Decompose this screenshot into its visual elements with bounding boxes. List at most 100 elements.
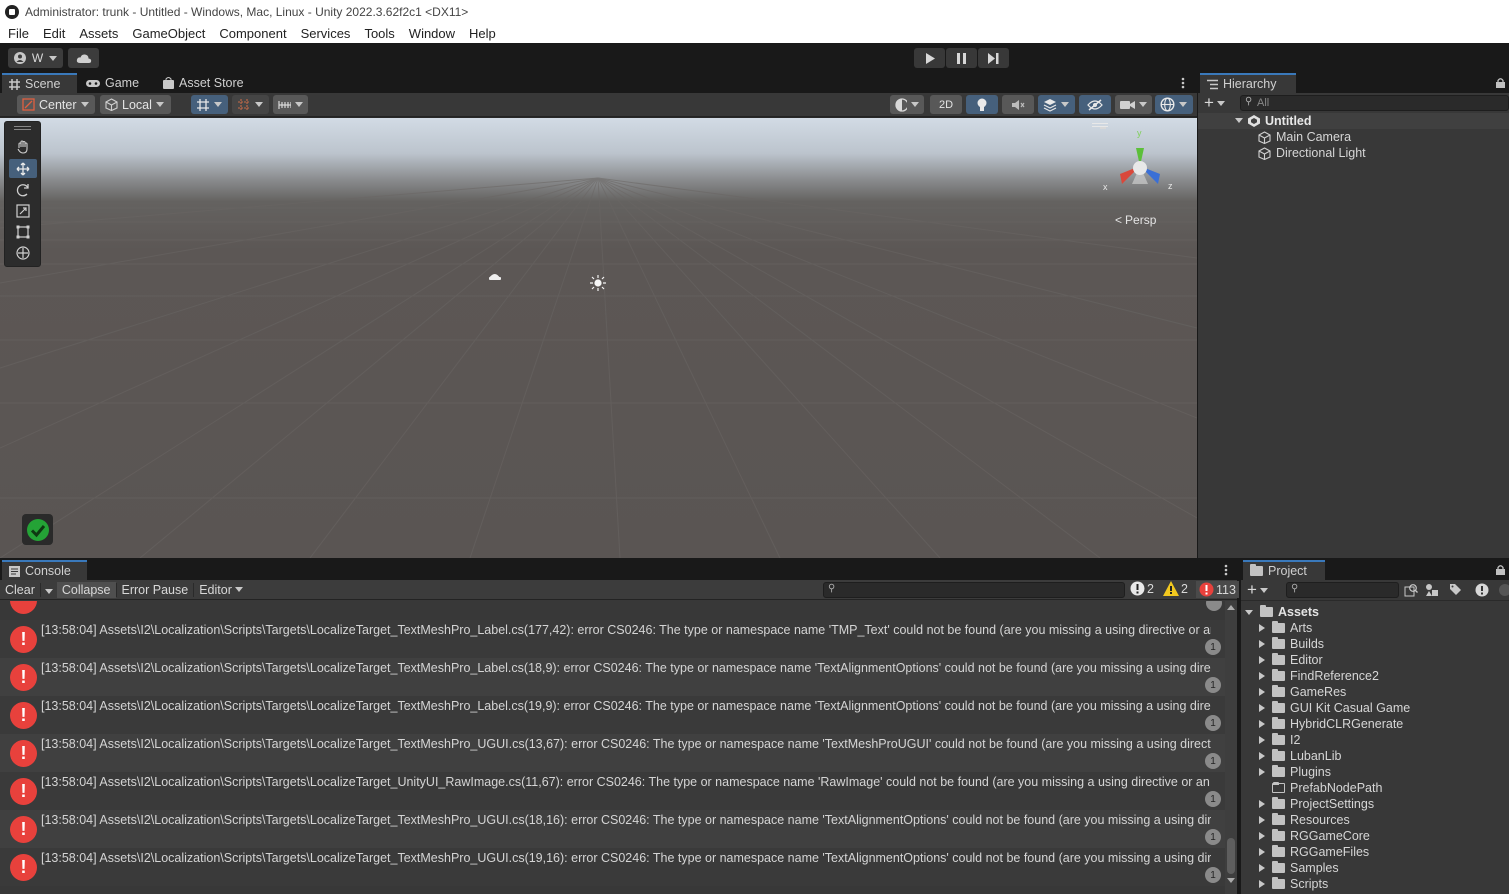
more-options-icon[interactable] (1181, 77, 1185, 89)
menu-window[interactable]: Window (409, 26, 455, 41)
tab-console[interactable]: Console (2, 560, 87, 580)
gizmo-menu-icon[interactable] (1092, 123, 1108, 124)
project-folder-item[interactable]: Samples (1259, 860, 1339, 876)
list-item[interactable]: ! [13:58:04] Assets\I2\Localization\Scri… (0, 810, 1225, 848)
tab-scene[interactable]: Scene (2, 73, 77, 93)
collapse-toggle[interactable]: Collapse (56, 581, 116, 598)
project-folder-item[interactable]: Plugins (1259, 764, 1331, 780)
camera-settings-dropdown[interactable] (1115, 95, 1152, 114)
project-folder-item[interactable]: FindReference2 (1259, 668, 1379, 684)
console-search-input[interactable]: ⚲ (823, 582, 1125, 598)
eye-slash-icon[interactable] (1498, 583, 1509, 597)
menu-gameobject[interactable]: GameObject (132, 26, 205, 41)
increment-snapping-toggle[interactable] (232, 95, 269, 114)
lock-icon[interactable] (1496, 565, 1505, 575)
tab-project[interactable]: Project (1243, 560, 1325, 580)
grid-snapping-toggle[interactable] (191, 95, 228, 114)
clear-options-dropdown[interactable] (39, 582, 57, 597)
expand-arrow-icon[interactable] (1259, 768, 1267, 776)
expand-arrow-icon[interactable] (1259, 880, 1267, 888)
editor-dropdown[interactable]: Editor (193, 582, 248, 597)
pause-button[interactable] (946, 48, 977, 68)
status-badge[interactable] (22, 514, 53, 545)
expand-arrow-icon[interactable] (1259, 640, 1267, 648)
expand-arrow-icon[interactable] (1259, 688, 1267, 696)
scrollbar-thumb[interactable] (1227, 838, 1235, 874)
info-icon[interactable] (1475, 583, 1489, 597)
expand-arrow-icon[interactable] (1245, 609, 1253, 615)
hierarchy-item-main-camera[interactable]: Main Camera (1258, 129, 1351, 145)
project-folder-item[interactable]: PrefabNodePath (1259, 780, 1382, 796)
list-item[interactable]: ! [13:58:04] Assets\I2\Localization\Scri… (0, 696, 1225, 734)
list-item[interactable]: ! [13:58:04] Assets\I2\Localization\Scri… (0, 620, 1225, 658)
scroll-down-icon[interactable] (1227, 878, 1235, 883)
transform-tool-button[interactable] (9, 243, 37, 262)
space-local-dropdown[interactable]: Local (100, 95, 171, 114)
project-folder-item[interactable]: Editor (1259, 652, 1323, 668)
expand-arrow-icon[interactable] (1259, 672, 1267, 680)
ruler-tool-dropdown[interactable] (273, 95, 308, 114)
hierarchy-search-input[interactable]: ⚲ All (1240, 95, 1509, 111)
list-item[interactable]: ! [13:58:04] Assets\I2\Localization\Scri… (0, 848, 1225, 886)
menu-services[interactable]: Services (301, 26, 351, 41)
clear-button[interactable]: Clear (0, 583, 40, 597)
project-folder-item[interactable]: I2 (1259, 732, 1300, 748)
project-folder-item[interactable]: LubanLib (1259, 748, 1341, 764)
project-folder-item[interactable]: ProjectSettings (1259, 796, 1374, 812)
tag-icon[interactable] (1449, 583, 1462, 596)
expand-arrow-icon[interactable] (1259, 848, 1267, 856)
project-folder-item[interactable]: Resources (1259, 812, 1350, 828)
tab-game[interactable]: Game (79, 73, 146, 93)
project-root-assets[interactable]: Assets (1245, 604, 1319, 620)
expand-arrow-icon[interactable] (1259, 832, 1267, 840)
scene-viewport[interactable]: y x z < Persp (0, 118, 1197, 558)
menu-help[interactable]: Help (469, 26, 496, 41)
list-item[interactable]: ! [13:58:04] Assets\I2\Localization\Scri… (0, 734, 1225, 772)
filter-by-type-icon[interactable] (1425, 583, 1439, 597)
project-folder-item[interactable]: GameRes (1259, 684, 1346, 700)
menu-component[interactable]: Component (219, 26, 286, 41)
play-button[interactable] (914, 48, 945, 68)
menu-edit[interactable]: Edit (43, 26, 65, 41)
warning-filter-toggle[interactable]: 2 (1163, 581, 1188, 596)
scale-tool-button[interactable] (9, 201, 37, 220)
draw-mode-dropdown[interactable] (890, 95, 924, 114)
expand-arrow-icon[interactable] (1259, 656, 1267, 664)
expand-arrow-icon[interactable] (1259, 704, 1267, 712)
scene-visibility-toggle[interactable] (1079, 95, 1111, 114)
error-pause-toggle[interactable]: Error Pause (115, 582, 194, 597)
project-folder-item[interactable]: RGGameCore (1259, 828, 1370, 844)
expand-arrow-icon[interactable] (1259, 736, 1267, 744)
menu-file[interactable]: File (8, 26, 29, 41)
tab-hierarchy[interactable]: Hierarchy (1200, 73, 1296, 93)
menu-tools[interactable]: Tools (364, 26, 394, 41)
lock-icon[interactable] (1496, 78, 1505, 88)
overlay-handle-icon[interactable] (14, 126, 31, 127)
cloud-button[interactable] (68, 48, 99, 68)
audio-toggle[interactable] (1002, 95, 1034, 114)
expand-arrow-icon[interactable] (1259, 816, 1267, 824)
search-scope-icon[interactable] (1404, 583, 1418, 597)
project-folder-item[interactable]: RGGameFiles (1259, 844, 1369, 860)
pivot-center-dropdown[interactable]: Center (17, 95, 95, 114)
projection-toggle[interactable]: < Persp (1115, 213, 1156, 227)
project-folder-item[interactable]: Arts (1259, 620, 1312, 636)
scroll-up-icon[interactable] (1227, 605, 1235, 610)
project-folder-item[interactable]: Scripts (1259, 876, 1328, 892)
console-scrollbar[interactable] (1225, 601, 1237, 894)
project-folder-item[interactable]: GUI Kit Casual Game (1259, 700, 1410, 716)
console-log-list[interactable]: ! [13:58:04] Assets\I2\Localization\Scri… (0, 601, 1237, 894)
move-tool-button[interactable] (9, 159, 37, 178)
2d-mode-toggle[interactable]: 2D (930, 95, 962, 114)
hand-tool-button[interactable] (9, 137, 37, 156)
info-filter-toggle[interactable]: 2 (1130, 581, 1154, 596)
expand-arrow-icon[interactable] (1259, 624, 1267, 632)
error-filter-toggle[interactable]: 113 (1196, 581, 1239, 598)
hierarchy-item-directional-light[interactable]: Directional Light (1258, 145, 1366, 161)
expand-arrow-icon[interactable] (1259, 800, 1267, 808)
list-item[interactable]: ! [13:58:04] Assets\I2\Localization\Scri… (0, 772, 1225, 810)
create-button[interactable]: + (1204, 94, 1225, 111)
hierarchy-scene-row[interactable]: Untitled (1198, 113, 1509, 129)
more-options-icon[interactable] (1224, 564, 1228, 576)
expand-arrow-icon[interactable] (1259, 864, 1267, 872)
